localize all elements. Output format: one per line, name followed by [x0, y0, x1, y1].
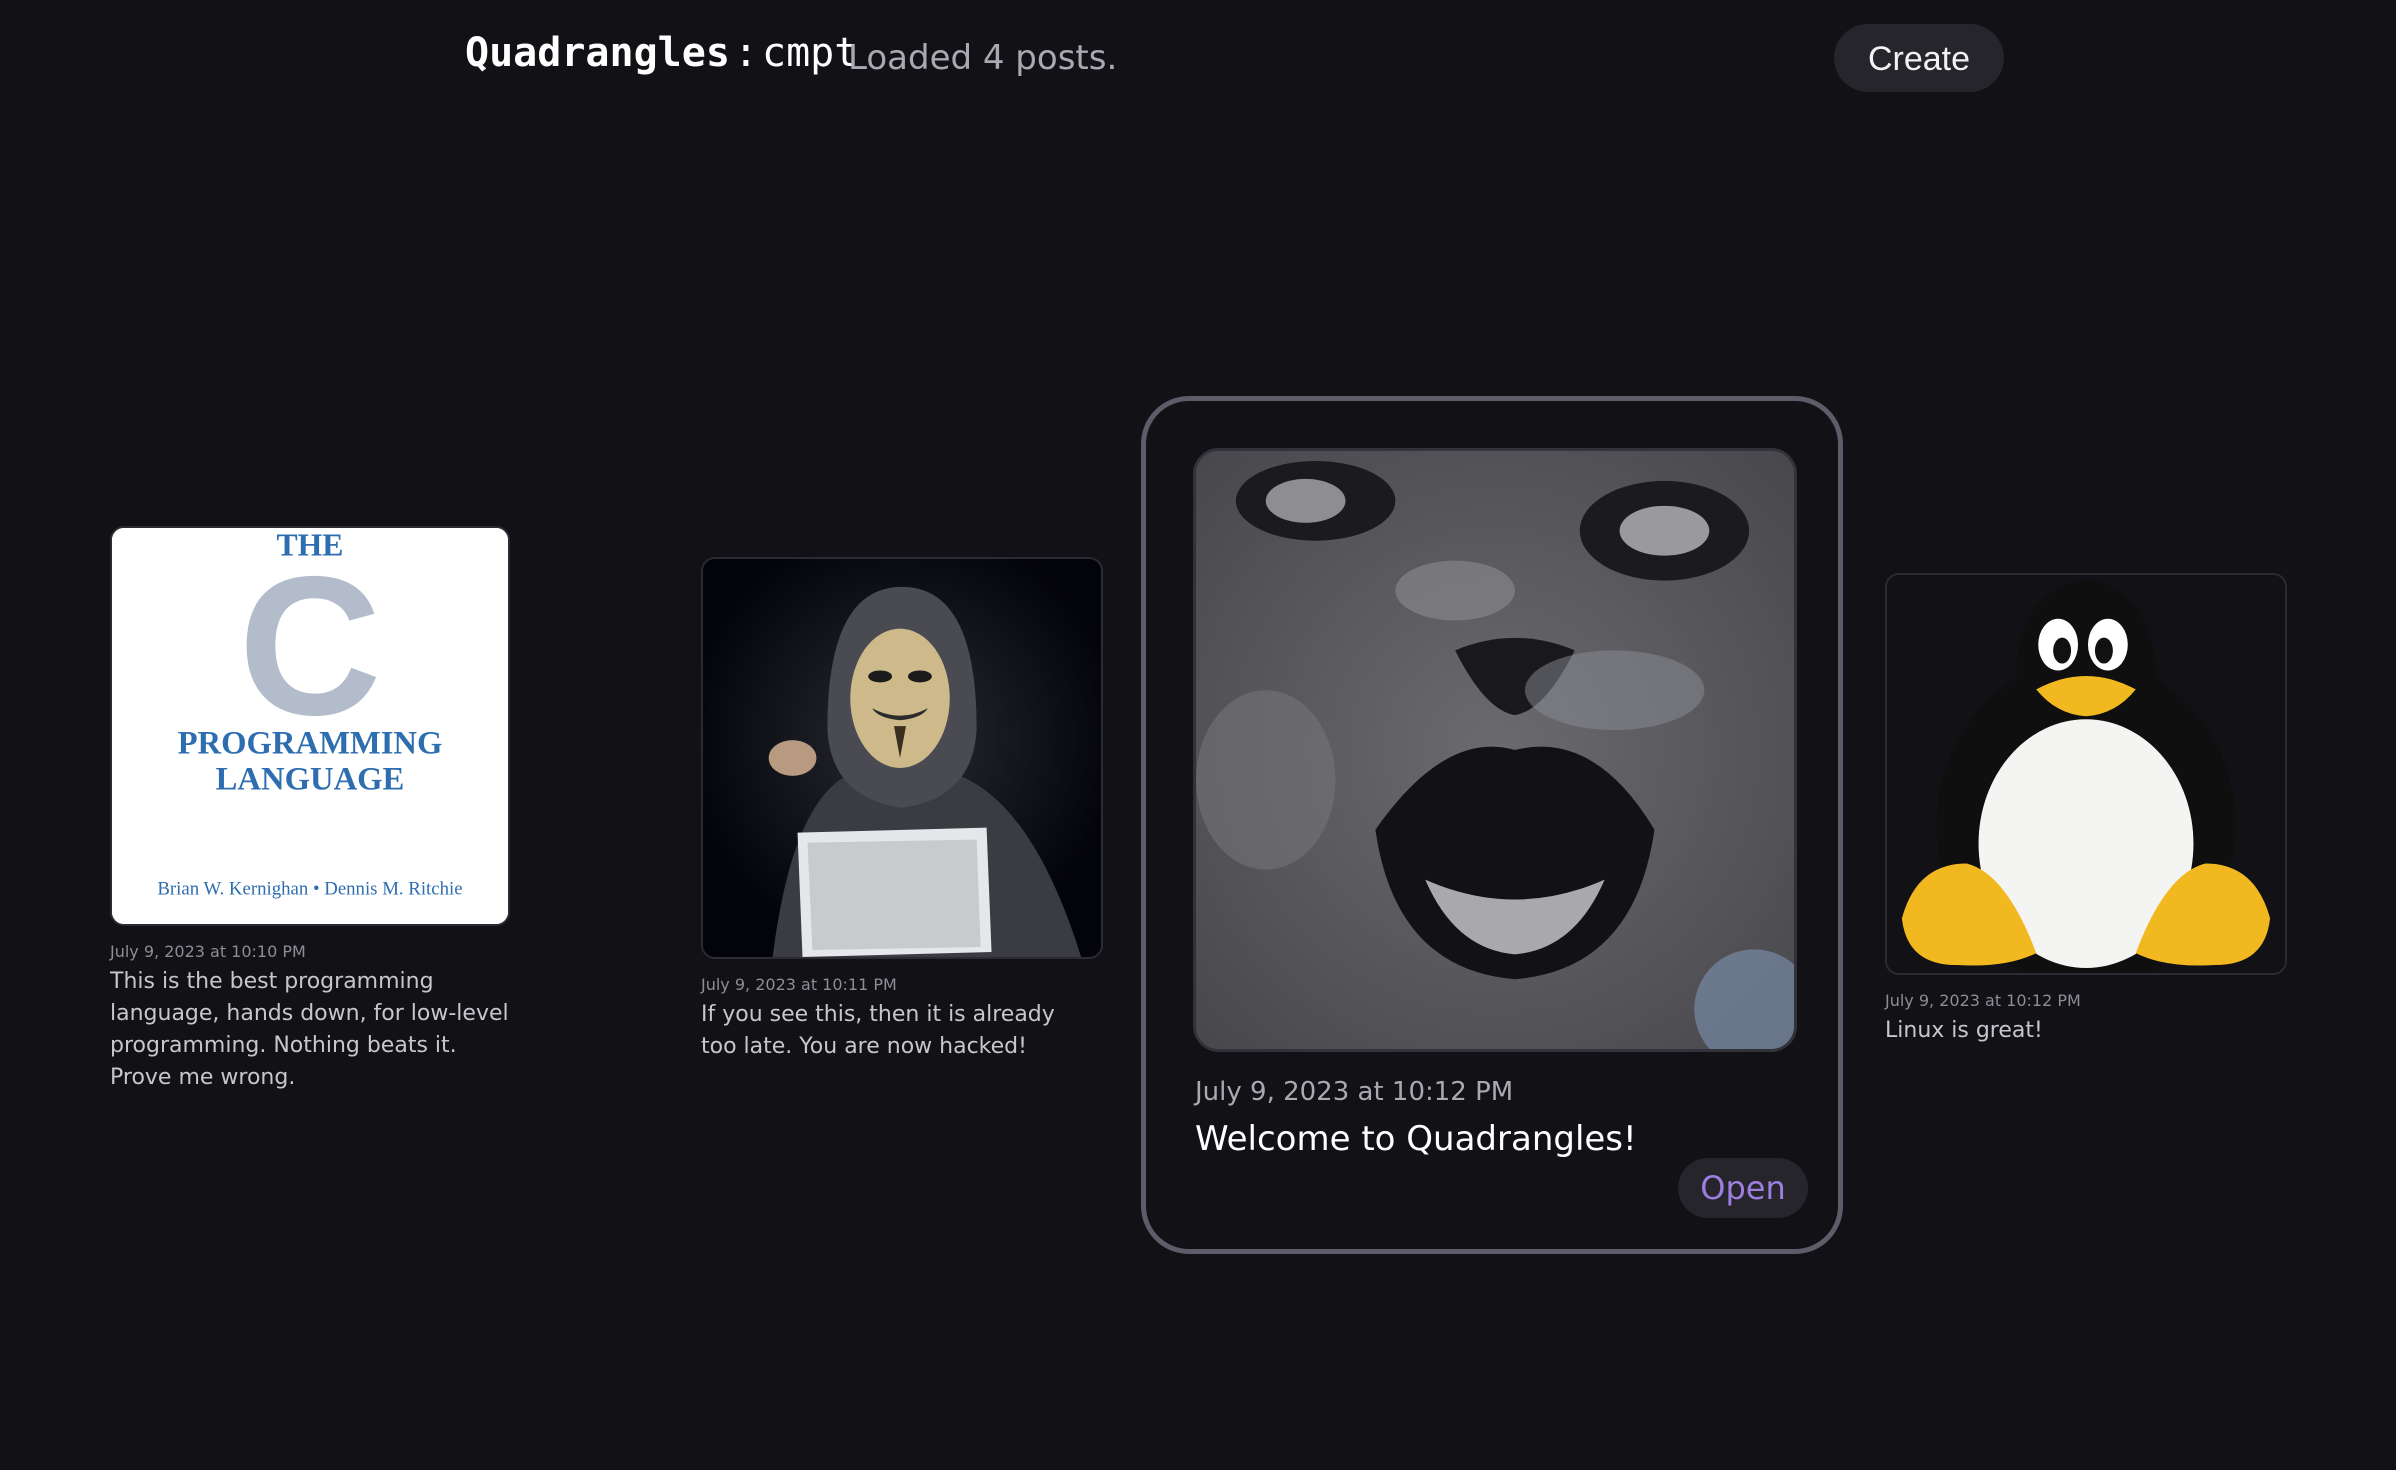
post-caption: Welcome to Quadrangles! — [1195, 1119, 1637, 1159]
feed-page: Quadrangles : cmpt Loaded 4 posts. Creat… — [0, 0, 2396, 1470]
app-brand[interactable]: Quadrangles : cmpt — [465, 30, 858, 76]
post-image[interactable] — [1193, 448, 1797, 1052]
create-button[interactable]: Create — [1834, 24, 2004, 92]
brand-subtitle: cmpt — [762, 30, 859, 76]
post-date: July 9, 2023 at 10:12 PM — [1195, 1077, 1514, 1107]
open-post-button[interactable]: Open — [1678, 1158, 1808, 1218]
post-card: July 9, 2023 at 10:11 PM If you see this… — [701, 557, 1103, 1077]
post-image[interactable] — [1885, 573, 2287, 975]
book-cover-image: THE C PROGRAMMING LANGUAGE Brian W. Kern… — [112, 528, 508, 924]
book-title-line2: PROGRAMMING — [178, 726, 443, 762]
post-caption: This is the best programming language, h… — [110, 969, 509, 1090]
brand-separator: : — [733, 30, 758, 76]
cat-image — [1196, 451, 1794, 1049]
post-card: THE C PROGRAMMING LANGUAGE Brian W. Kern… — [110, 526, 510, 1096]
brand-name: Quadrangles — [465, 30, 730, 76]
load-status: Loaded 4 posts. — [848, 38, 1118, 78]
post-date: July 9, 2023 at 10:12 PM — [1885, 991, 2081, 1010]
post-caption: If you see this, then it is already too … — [701, 1002, 1055, 1059]
post-image[interactable]: THE C PROGRAMMING LANGUAGE Brian W. Kern… — [110, 526, 510, 926]
book-big-letter: C — [239, 535, 382, 756]
post-date: July 9, 2023 at 10:10 PM — [110, 942, 306, 961]
book-authors: Brian W. Kernighan • Dennis M. Ritchie — [157, 878, 462, 899]
book-title-line3: LANGUAGE — [216, 761, 405, 797]
hacker-image — [703, 559, 1101, 957]
post-image[interactable] — [701, 557, 1103, 959]
featured-post-card: July 9, 2023 at 10:12 PM Welcome to Quad… — [1141, 396, 1843, 1254]
post-date: July 9, 2023 at 10:11 PM — [701, 975, 897, 994]
post-card: July 9, 2023 at 10:12 PM Linux is great! — [1885, 573, 2287, 1053]
post-caption: Linux is great! — [1885, 1018, 2043, 1043]
tux-image — [1887, 575, 2285, 973]
